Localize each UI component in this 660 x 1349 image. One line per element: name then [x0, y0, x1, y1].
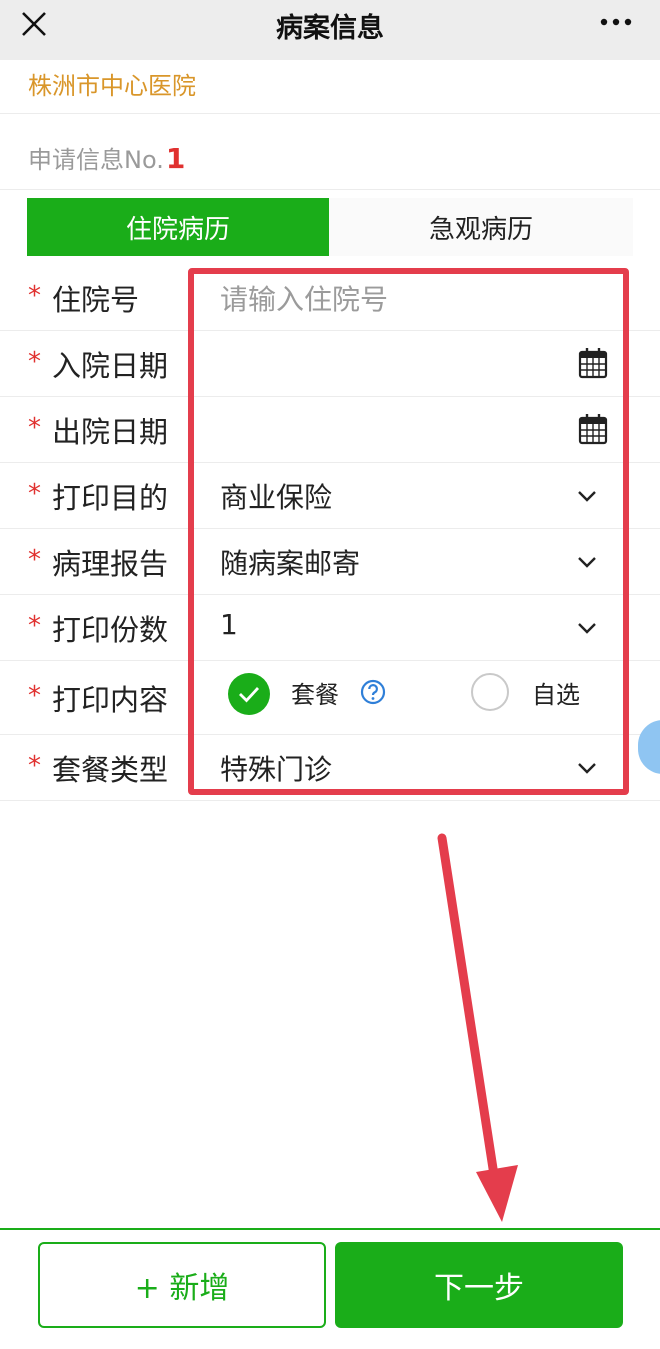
bottom-action-bar: + 新增 下一步 — [0, 1228, 660, 1349]
admit-date-label: 入院日期 — [52, 349, 169, 383]
tab-inpatient-record[interactable]: 住院病历 — [27, 198, 329, 256]
required-mark: * — [28, 347, 41, 377]
required-mark: * — [28, 479, 41, 509]
required-mark: * — [28, 611, 41, 641]
required-mark: * — [28, 281, 41, 311]
pathology-report-label: 病理报告 — [52, 547, 169, 581]
required-mark: * — [28, 681, 41, 711]
annotation-highlight-box — [188, 268, 629, 795]
divider — [0, 189, 660, 190]
discharge-date-label: 出院日期 — [52, 415, 169, 449]
application-label: 申请信息No. — [28, 146, 164, 174]
page-title: 病案信息 — [276, 13, 384, 44]
application-number: 1 — [165, 142, 186, 175]
top-navigation-bar: 病案信息 — [0, 0, 660, 60]
add-button[interactable]: + 新增 — [38, 1242, 326, 1328]
next-step-button[interactable]: 下一步 — [335, 1242, 623, 1328]
print-copies-label: 打印份数 — [52, 613, 169, 647]
required-mark: * — [28, 413, 41, 443]
divider — [0, 113, 660, 114]
more-icon[interactable] — [598, 8, 634, 36]
required-mark: * — [28, 751, 41, 781]
package-type-label: 套餐类型 — [52, 753, 169, 787]
print-content-label: 打印内容 — [52, 683, 169, 717]
required-mark: * — [28, 545, 41, 575]
application-info: 申请信息No.1 — [28, 140, 185, 175]
annotation-arrow-icon — [437, 833, 518, 1222]
admission-no-label: 住院号 — [52, 283, 140, 317]
hospital-name: 株洲市中心医院 — [28, 72, 196, 100]
tab-emergency-observation-record[interactable]: 急观病历 — [329, 198, 633, 256]
print-purpose-label: 打印目的 — [52, 481, 169, 515]
